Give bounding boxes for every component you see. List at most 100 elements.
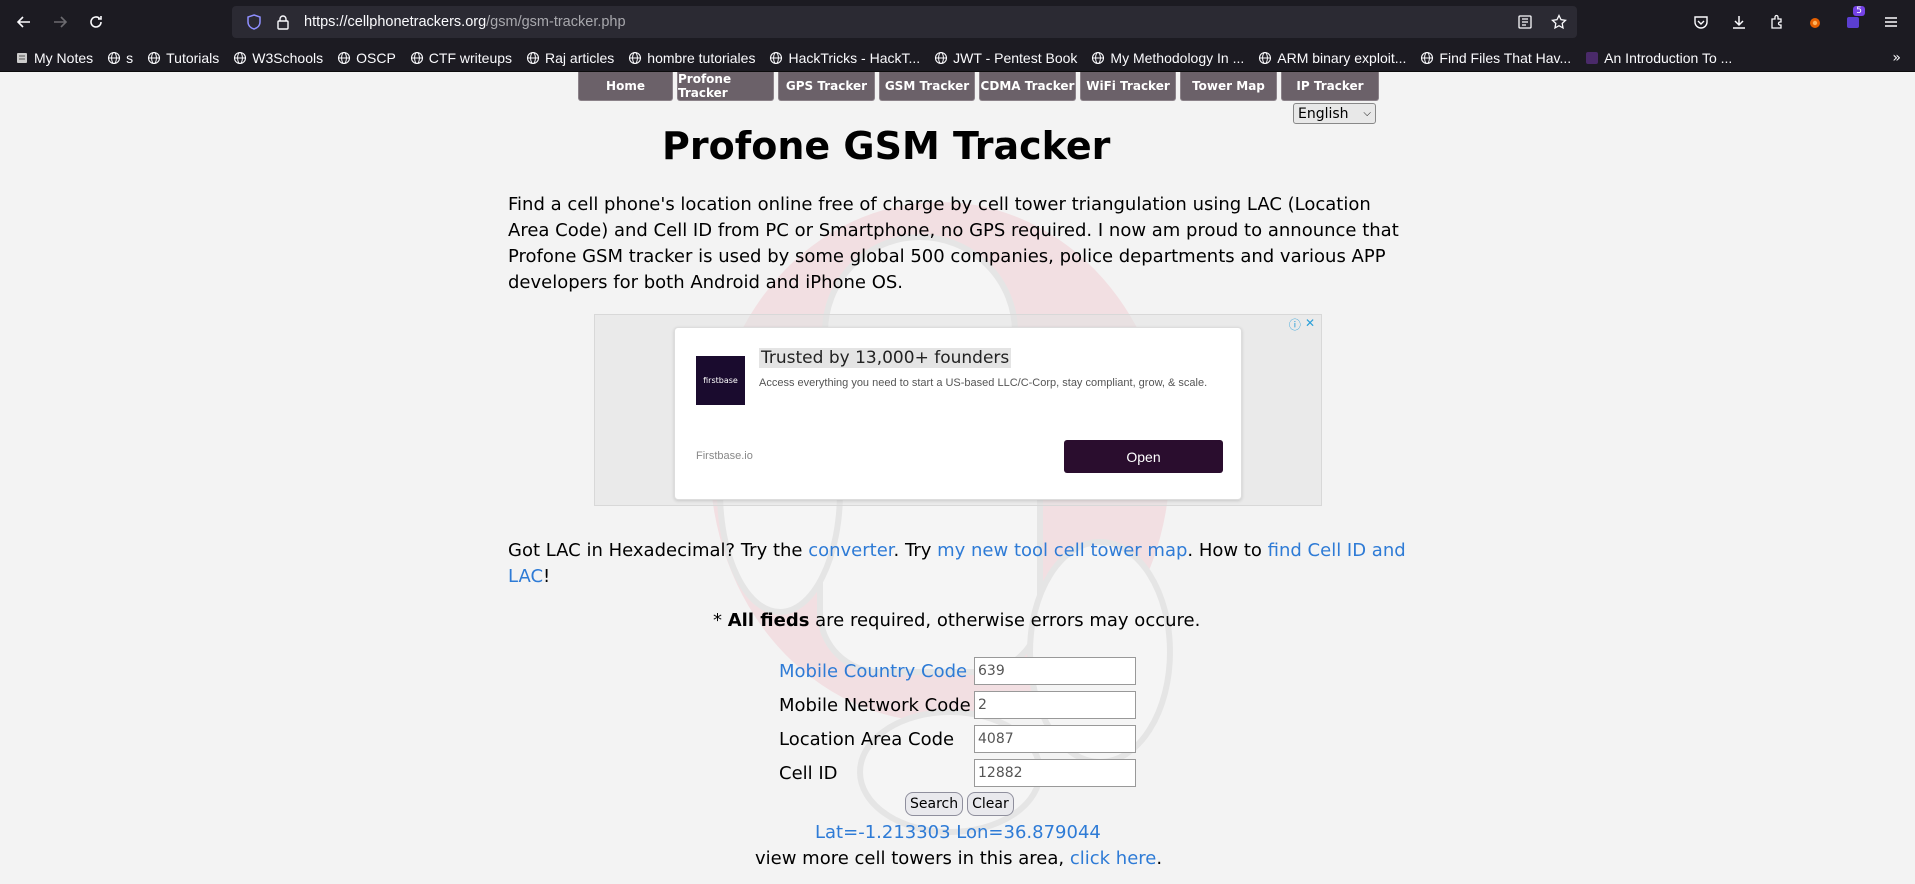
bookmark-item[interactable]: JWT - Pentest Book	[927, 48, 1084, 68]
fox-icon	[1810, 18, 1820, 28]
mcc-input[interactable]: 639	[974, 657, 1136, 685]
language-value: English	[1298, 105, 1349, 122]
click-here-link[interactable]: click here	[1070, 848, 1157, 869]
download-icon	[1733, 16, 1745, 29]
bookmark-star-icon[interactable]	[1551, 14, 1567, 30]
hex-prefix: Got LAC in Hexadecimal? Try the	[508, 540, 809, 561]
notes-icon	[17, 52, 27, 63]
ad-open-button[interactable]: Open	[1064, 440, 1223, 473]
language-select[interactable]: English ⌵	[1293, 103, 1376, 124]
bookmark-label: Find Files That Hav...	[1439, 49, 1572, 66]
reader-view-icon[interactable]	[1517, 14, 1533, 30]
cid-label: Cell ID	[779, 762, 838, 784]
more-prefix: view more cell towers in this area,	[755, 848, 1070, 869]
cid-input[interactable]: 12882	[974, 759, 1136, 787]
extensions-button[interactable]	[1761, 6, 1793, 38]
nav-tower-map[interactable]: Tower Map	[1180, 72, 1277, 101]
intro-paragraph: Find a cell phone's location online free…	[508, 194, 1399, 293]
pocket-button[interactable]	[1685, 6, 1717, 38]
reload-button[interactable]	[80, 6, 112, 38]
mcc-label-link[interactable]: Mobile Country Code	[779, 661, 974, 682]
globe-icon	[108, 51, 121, 64]
bookmark-item[interactable]: Tutorials	[140, 48, 226, 68]
ad-container: ⓘ ✕ firstbase Trusted by 13,000+ founder…	[594, 314, 1322, 506]
bookmark-item[interactable]: OSCP	[330, 48, 403, 68]
hamburger-menu-icon	[1885, 17, 1897, 27]
hex-mid2: . How to	[1187, 540, 1268, 561]
url-path: /gsm/gsm-tracker.php	[486, 14, 626, 30]
ad-card[interactable]: firstbase Trusted by 13,000+ founders Ac…	[674, 327, 1242, 500]
hex-help-line: Got LAC in Hexadecimal? Try the converte…	[508, 538, 1408, 590]
nav-home[interactable]: Home	[578, 72, 673, 101]
nav-cdma-tracker[interactable]: CDMA Tracker	[979, 72, 1076, 101]
extension-badge-button[interactable]: 5	[1837, 6, 1869, 38]
reload-icon	[90, 16, 102, 28]
search-button[interactable]: Search	[905, 792, 964, 816]
bookmark-label: Raj articles	[545, 49, 615, 66]
tracker-form: Mobile Country Code 639 Mobile Network C…	[779, 654, 1136, 790]
globe-icon	[410, 51, 423, 64]
bookmark-item[interactable]: ARM binary exploit...	[1251, 48, 1413, 68]
chevron-down-icon: ⌵	[1363, 108, 1371, 119]
bookmark-label: JWT - Pentest Book	[953, 49, 1078, 66]
converter-link[interactable]: converter	[808, 540, 893, 561]
url-host: https://cellphonetrackers.org	[304, 14, 487, 30]
required-bold: All fieds	[727, 610, 810, 631]
lac-input[interactable]: 4087	[974, 725, 1136, 753]
bookmark-item[interactable]: CTF writeups	[403, 48, 519, 68]
pocket-icon	[1694, 16, 1708, 29]
bookmark-label: hombre tutoriales	[647, 49, 756, 66]
bookmark-label: s	[126, 49, 134, 66]
ad-info-icon[interactable]: ⓘ	[1289, 316, 1301, 333]
mcc-row: Mobile Country Code 639	[779, 654, 1136, 688]
foxyproxy-button[interactable]	[1799, 6, 1831, 38]
nav-wifi-tracker[interactable]: WiFi Tracker	[1080, 72, 1176, 101]
url-bar[interactable]: https://cellphonetrackers.org/gsm/gsm-tr…	[232, 6, 1577, 38]
more-towers-line: view more cell towers in this area, clic…	[755, 848, 1162, 869]
extension-badge: 5	[1853, 6, 1865, 16]
ad-title[interactable]: Trusted by 13,000+ founders	[759, 348, 1012, 368]
cell-tower-map-link[interactable]: my new tool cell tower map	[937, 540, 1187, 561]
bookmark-item[interactable]: Raj articles	[519, 48, 621, 68]
nav-profone-tracker[interactable]: Profone Tracker	[677, 72, 774, 101]
form-buttons: Search Clear	[905, 792, 1014, 816]
bookmark-label: CTF writeups	[428, 49, 513, 66]
back-button[interactable]	[8, 6, 40, 38]
lac-row: Location Area Code 4087	[779, 722, 1136, 756]
web-page: Home Profone Tracker GPS Tracker GSM Tra…	[0, 72, 1915, 884]
menu-button[interactable]	[1875, 6, 1907, 38]
hex-suffix: !	[543, 566, 551, 587]
bookmark-item[interactable]: Find Files That Hav...	[1413, 48, 1578, 68]
forward-arrow-icon	[54, 16, 68, 28]
bookmark-item[interactable]: My Notes	[8, 48, 100, 68]
globe-icon	[629, 51, 642, 64]
bookmark-item[interactable]: My Methodology In ...	[1084, 48, 1251, 68]
bookmark-item[interactable]: HackTricks - HackT...	[762, 48, 927, 68]
ad-close-icon[interactable]: ✕	[1305, 316, 1315, 333]
bookmark-item[interactable]: W3Schools	[226, 48, 330, 68]
bookmark-item[interactable]: s	[100, 48, 140, 68]
downloads-button[interactable]	[1723, 6, 1755, 38]
required-rest: are required, otherwise errors may occur…	[809, 610, 1201, 631]
globe-icon	[1092, 51, 1105, 64]
mnc-input[interactable]: 2	[974, 691, 1136, 719]
location-result-link[interactable]: Lat=-1.213303 Lon=36.879044	[815, 822, 1101, 843]
bookmark-item[interactable]: hombre tutoriales	[621, 48, 762, 68]
globe-icon	[1421, 51, 1434, 64]
bookmark-item[interactable]: An Introduction To ...	[1578, 48, 1739, 68]
lac-label: Location Area Code	[779, 728, 955, 750]
lock-icon[interactable]	[276, 14, 290, 30]
required-star: *	[713, 610, 728, 631]
ad-source[interactable]: Firstbase.io	[696, 450, 753, 462]
bookmark-label: W3Schools	[252, 49, 324, 66]
nav-gsm-tracker[interactable]: GSM Tracker	[879, 72, 975, 101]
nav-gps-tracker[interactable]: GPS Tracker	[778, 72, 875, 101]
nav-ip-tracker[interactable]: IP Tracker	[1281, 72, 1379, 101]
bookmarks-overflow-icon[interactable]: »	[1892, 50, 1907, 66]
forward-button[interactable]	[44, 6, 76, 38]
clear-button[interactable]: Clear	[967, 792, 1014, 816]
mnc-label: Mobile Network Code	[779, 694, 971, 716]
tracking-shield-icon[interactable]	[246, 14, 262, 30]
bookmark-label: My Methodology In ...	[1110, 49, 1245, 66]
firstbase-logo: firstbase	[696, 356, 745, 405]
